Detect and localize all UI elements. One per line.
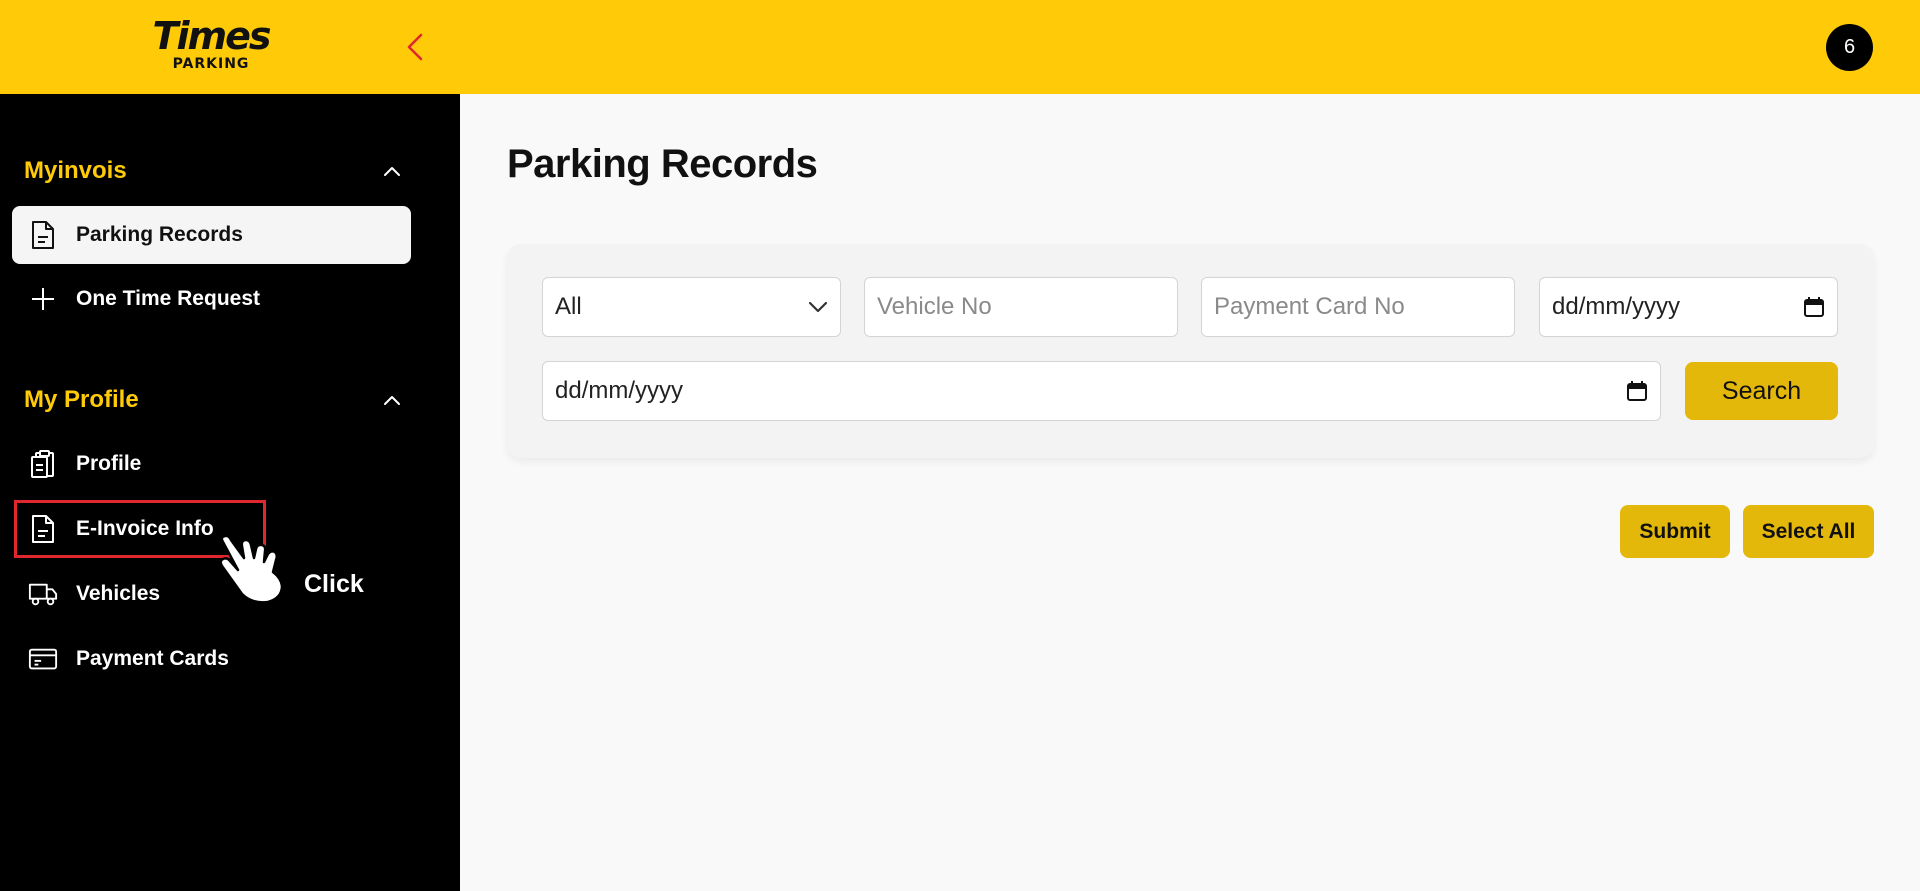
- sidebar-item-profile[interactable]: Profile: [12, 435, 411, 493]
- vehicle-no-placeholder: Vehicle No: [877, 293, 992, 320]
- sidebar-item-label: Parking Records: [76, 223, 243, 246]
- section-myinvois[interactable]: Myinvois: [24, 153, 404, 189]
- calendar-icon[interactable]: [1626, 380, 1648, 402]
- section-title: Myinvois: [24, 157, 127, 184]
- sidebar: Myinvois Parking Records One Time Reques…: [0, 94, 460, 891]
- pointing-hand-icon: [219, 534, 284, 604]
- calendar-icon[interactable]: [1803, 296, 1825, 318]
- filter-panel: All Vehicle No Payment Card No dd/mm/yyy…: [507, 244, 1874, 458]
- sidebar-item-one-time-request[interactable]: One Time Request: [12, 270, 411, 328]
- sidebar-item-label: Payment Cards: [76, 647, 229, 670]
- click-annotation-label: Click: [304, 570, 364, 598]
- section-my-profile[interactable]: My Profile: [24, 382, 404, 418]
- document-icon: [28, 514, 58, 544]
- date-to-input[interactable]: dd/mm/yyyy: [542, 361, 1661, 421]
- submit-button[interactable]: Submit: [1620, 505, 1730, 558]
- sidebar-item-label: One Time Request: [76, 287, 260, 310]
- date-to-placeholder: dd/mm/yyyy: [555, 377, 684, 404]
- truck-icon: [28, 579, 58, 609]
- section-title: My Profile: [24, 386, 139, 413]
- type-select-value: All: [555, 293, 582, 320]
- sidebar-collapse-button[interactable]: [398, 28, 432, 66]
- select-all-button[interactable]: Select All: [1743, 505, 1874, 558]
- chevron-up-icon: [380, 388, 404, 412]
- logo-main-text: Times: [152, 14, 272, 58]
- chevron-down-icon: [808, 301, 828, 313]
- top-header: Times PARKING 6: [0, 0, 1920, 94]
- credit-card-icon: [28, 644, 58, 674]
- date-from-input[interactable]: dd/mm/yyyy: [1539, 277, 1838, 337]
- date-from-placeholder: dd/mm/yyyy: [1552, 293, 1681, 320]
- sidebar-item-payment-cards[interactable]: Payment Cards: [12, 630, 411, 688]
- plus-icon: [28, 284, 58, 314]
- sidebar-item-label: Vehicles: [76, 582, 161, 605]
- vehicle-no-input[interactable]: Vehicle No: [864, 277, 1178, 337]
- document-icon: [28, 220, 58, 250]
- sidebar-item-label: E-Invoice Info: [76, 517, 214, 540]
- logo-sub-text: PARKING: [172, 56, 250, 72]
- search-button[interactable]: Search: [1685, 362, 1838, 420]
- page-title: Parking Records: [507, 142, 818, 186]
- chevron-left-icon: [407, 33, 423, 61]
- sidebar-item-e-invoice-info[interactable]: E-Invoice Info: [12, 500, 411, 558]
- sidebar-item-label: Profile: [76, 452, 142, 475]
- type-select[interactable]: All: [542, 277, 841, 337]
- times-parking-logo[interactable]: Times PARKING: [150, 16, 272, 72]
- clipboard-icon: [28, 449, 58, 479]
- payment-card-no-placeholder: Payment Card No: [1214, 293, 1405, 320]
- user-avatar[interactable]: 6: [1826, 24, 1873, 71]
- payment-card-no-input[interactable]: Payment Card No: [1201, 277, 1515, 337]
- sidebar-item-parking-records[interactable]: Parking Records: [12, 206, 411, 264]
- chevron-up-icon: [380, 159, 404, 183]
